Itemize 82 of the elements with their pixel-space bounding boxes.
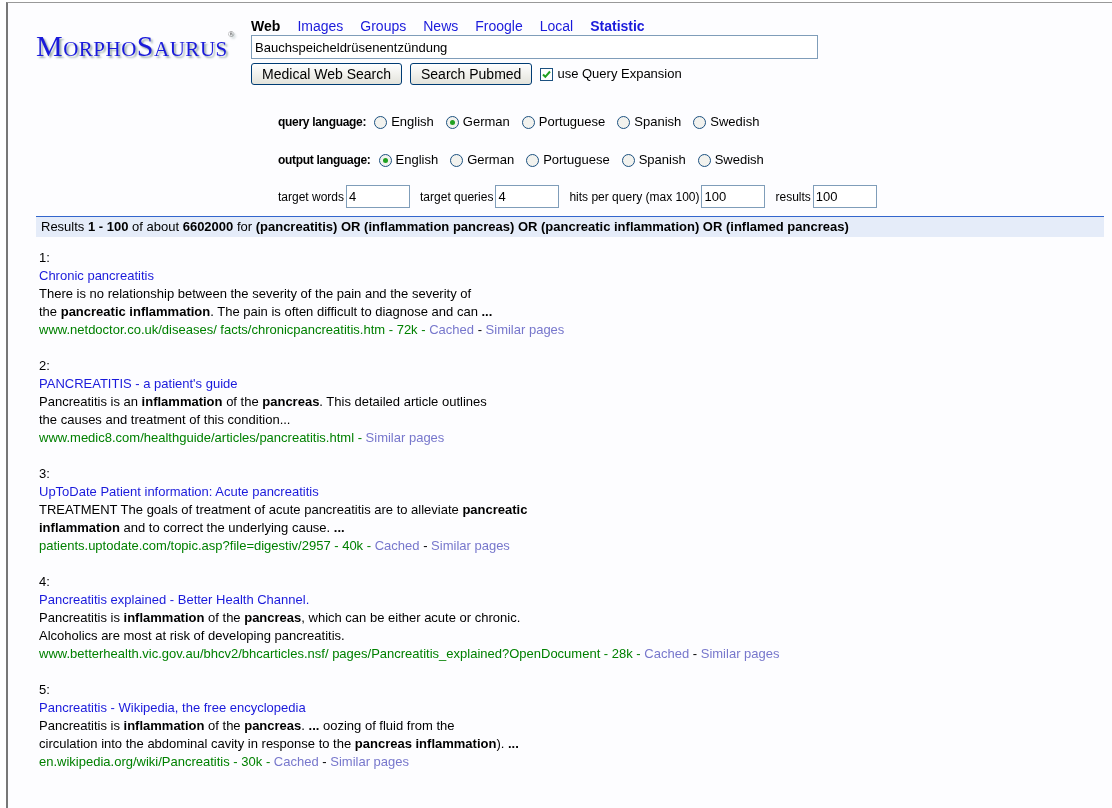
search-tab[interactable]: Local [539,17,574,35]
radio-label: Portuguese [543,151,610,169]
result-title-link[interactable]: PANCREATITIS - a patient's guide [39,376,238,391]
radio-label: Spanish [634,113,682,131]
radio-label: Swedish [710,113,760,131]
search-button[interactable]: Medical Web Search [251,63,402,85]
snippet-line: the pancreatic inflammation. The pain is often difficult to diagnose and can ... [39,303,494,321]
search-tab[interactable]: News [423,17,459,35]
result-url: en.wikipedia.org/wiki/Pancreatitis - 30k - [39,754,271,769]
number-field[interactable]: 4 [495,185,560,208]
snippet-line: the causes and treatment of this condition... [39,411,292,429]
similar-pages-link[interactable]: Similar pages [330,754,409,769]
result-title-link[interactable]: Pancreatitis explained - Better Health Channel. [39,592,310,607]
cached-link[interactable]: Cached [374,538,420,553]
number-field[interactable]: 100 [812,185,877,208]
group-label: output language: [278,152,371,169]
snippet-line: TREATMENT The goals of treatment of acute pancreatitis are to alleviate pancreatic [39,501,529,519]
snippet-line: Pancreatitis is inflammation of the pancreas, which can be either acute or chronic. [39,609,522,627]
snippet-line: circulation into the abdominal cavity in response to the pancreas inflammation). ... [39,735,520,753]
radio-label: German [462,113,510,131]
snippet-line: There is no relationship between the severity of the pain and the severity of [39,285,473,303]
results-summary: Results 1 - 100 of about 6602000 for (pancreatitis) OR (inflammation pancreas) OR (pancreatic inflammation) OR (inflamed pancreas) [41,219,849,234]
result-url: patients.uptodate.com/topic.asp?file=digestiv/2957 - 40k - [39,538,372,553]
similar-pages-link[interactable]: Similar pages [700,646,780,661]
snippet-line: Pancreatitis is inflammation of the pancreas. ... oozing of fluid from the [39,717,456,735]
radio-button[interactable] [693,115,707,129]
radio-label: Spanish [638,151,686,169]
separator: - [423,538,428,553]
radio-button[interactable] [374,115,388,129]
search-tab[interactable]: Images [297,17,344,35]
result-title-link[interactable]: UpToDate Patient information: Acute pancreatitis [39,484,319,499]
similar-pages-link[interactable]: Similar pages [485,322,565,337]
result-number: 5: [39,681,51,699]
search-tab[interactable]: Groups [360,17,407,35]
result-url: www.netdoctor.co.uk/diseases/ facts/chronicpancreatitis.htm - 72k - [39,322,426,337]
radio-button[interactable] [526,153,540,167]
radio-button[interactable] [450,153,464,167]
radio-label: Swedish [714,151,764,169]
similar-pages-link[interactable]: Similar pages [365,430,445,445]
logo: MorphoSaurus® [36,29,236,63]
number-field[interactable]: 100 [701,185,766,208]
cached-link[interactable]: Cached [429,322,474,337]
radio-button[interactable] [521,115,535,129]
radio-button[interactable] [445,115,459,129]
radio-label: English [395,151,439,169]
separator: - [692,646,698,661]
cached-link[interactable]: Cached [273,754,319,769]
search-tab[interactable]: Web [251,17,281,35]
radio-button[interactable] [617,115,631,129]
field-label: results [775,188,811,206]
result-number: 2: [39,357,51,375]
field-label: target queries [420,188,494,206]
result-url: www.betterhealth.vic.gov.au/bhcv2/bhcarticles.nsf/ pages/Pancreatitis_explained?OpenDocument - 28k - [39,646,641,661]
radio-button[interactable] [697,153,711,167]
group-label: query language: [278,114,367,131]
radio-label: Portuguese [538,113,606,131]
similar-pages-link[interactable]: Similar pages [431,538,510,553]
search-field[interactable]: Bauchspeicheldrüsenentzündung [251,35,819,59]
separator: - [477,322,482,337]
search-tab[interactable]: Froogle [475,17,523,35]
radio-label: English [391,113,434,131]
result-title-link[interactable]: Chronic pancreatitis [39,268,154,283]
snippet-line: Pancreatitis is an inflammation of the pancreas. This detailed article outlines [39,393,488,411]
cached-link[interactable]: Cached [644,646,690,661]
result-number: 1: [39,249,51,267]
snippet-line: inflammation and to correct the underlying cause. ... [39,519,346,537]
result-number: 4: [39,573,51,591]
separator: - [322,754,327,769]
field-label: target words [278,188,345,206]
radio-label: German [467,151,515,169]
search-button[interactable]: Search Pubmed [410,63,533,85]
result-number: 3: [39,465,51,483]
checkbox-label: use Query Expansion [557,65,682,83]
snippet-line: Alcoholics are most at risk of developing pancreatitis. [39,627,346,645]
search-tab[interactable]: Statistic [590,17,645,35]
field-label: hits per query (max 100) [569,188,700,206]
radio-button[interactable] [621,153,635,167]
number-field[interactable]: 4 [346,185,411,208]
result-url: www.medic8.com/healthguide/articles/pancreatitis.html - [39,430,362,445]
radio-button[interactable] [378,153,392,167]
checkbox[interactable] [540,67,554,81]
result-title-link[interactable]: Pancreatitis - Wikipedia, the free encyclopedia [39,700,306,715]
